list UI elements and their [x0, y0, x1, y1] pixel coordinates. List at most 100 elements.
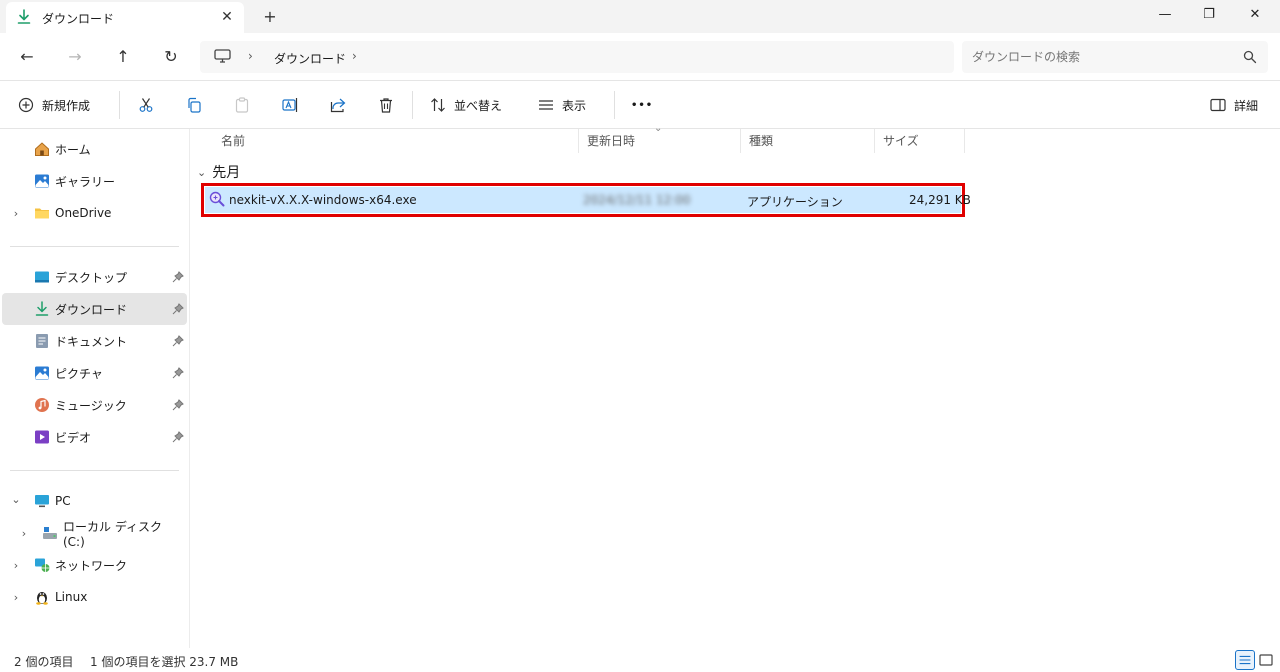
sidebar-item-label: ローカル ディスク (C:)	[63, 519, 162, 549]
file-size: 24,291 KB	[909, 193, 971, 207]
collapse-chevron-icon[interactable]: ⌄	[197, 166, 206, 179]
column-header-size[interactable]: サイズ	[875, 129, 965, 153]
document-icon	[36, 334, 48, 348]
pin-icon[interactable]	[172, 431, 184, 443]
expand-chevron-icon[interactable]: ›	[10, 559, 22, 572]
pin-icon[interactable]	[172, 271, 184, 283]
pin-icon[interactable]	[172, 303, 184, 315]
more-options-button[interactable]: •••	[631, 93, 653, 117]
sidebar-item-label: デスクトップ	[55, 270, 128, 285]
address-bar[interactable]: › ダウンロード ›	[200, 41, 954, 73]
tab-downloads[interactable]: ダウンロード ✕	[6, 2, 244, 33]
sidebar-item-gallery[interactable]: ギャラリー	[2, 165, 187, 197]
copy-icon	[188, 97, 201, 113]
paste-button[interactable]	[234, 93, 250, 117]
download-icon	[17, 9, 31, 24]
share-button[interactable]	[330, 93, 346, 117]
monitor-icon	[214, 49, 231, 63]
sidebar-item-pictures[interactable]: ピクチャ	[2, 357, 187, 389]
download-icon	[35, 301, 49, 316]
maximize-button[interactable]: ❐	[1186, 0, 1232, 30]
divider	[10, 470, 179, 471]
sidebar-item-label: ダウンロード	[55, 302, 128, 317]
expand-chevron-icon[interactable]: ›	[18, 527, 30, 540]
music-icon	[35, 398, 49, 412]
sidebar-item-label: Linux	[55, 590, 88, 604]
search-input[interactable]	[972, 48, 1232, 66]
pin-icon[interactable]	[172, 367, 184, 379]
sidebar-item-documents[interactable]: ドキュメント	[2, 325, 187, 357]
home-icon	[35, 142, 49, 156]
cut-button[interactable]	[138, 93, 154, 117]
column-header-name[interactable]: 名前	[213, 129, 579, 153]
expand-chevron-icon[interactable]: ›	[10, 207, 22, 220]
sidebar-item-label: ミュージック	[55, 398, 127, 413]
pin-icon[interactable]	[172, 399, 184, 411]
tab-close-button[interactable]: ✕	[218, 8, 236, 26]
new-button[interactable]: 新規作成	[18, 93, 90, 117]
status-bar: 2 個の項目 1 個の項目を選択 23.7 MB	[0, 648, 1280, 672]
column-header-modified[interactable]: 更新日時	[579, 129, 741, 153]
sidebar-item-network[interactable]: › ネットワーク	[2, 549, 187, 581]
rename-icon	[282, 98, 298, 112]
title-bar: ダウンロード ✕ + — ❐ ✕	[0, 0, 1280, 33]
sidebar-item-linux[interactable]: › Linux	[2, 581, 187, 613]
collapse-chevron-icon[interactable]: ⌄	[10, 493, 22, 506]
breadcrumb-separator[interactable]: ›	[352, 49, 357, 63]
sidebar-item-videos[interactable]: ビデオ	[2, 421, 187, 453]
sidebar-item-home[interactable]: ホーム	[2, 133, 187, 165]
sort-button[interactable]: 並べ替え	[430, 93, 502, 117]
file-row[interactable]: nexkit-vX.X.X-windows-x64.exe 2024/12/11…	[201, 183, 971, 217]
video-icon	[35, 430, 49, 444]
sidebar-item-label: OneDrive	[55, 206, 112, 220]
pin-icon[interactable]	[172, 335, 184, 347]
refresh-button[interactable]: ↻	[159, 45, 183, 69]
add-circle-icon	[18, 97, 34, 113]
details-pane-button[interactable]: 詳細	[1210, 93, 1258, 117]
sidebar-item-pc[interactable]: ⌄ PC	[2, 485, 187, 517]
drive-icon	[43, 527, 57, 539]
sidebar-item-downloads[interactable]: ダウンロード	[2, 293, 187, 325]
pc-icon	[35, 495, 49, 508]
new-button-label: 新規作成	[42, 98, 91, 113]
back-button[interactable]: ←	[15, 45, 39, 69]
group-label: 先月	[212, 165, 241, 181]
installer-app-icon	[209, 191, 225, 207]
delete-button[interactable]	[378, 93, 394, 117]
breadcrumb-separator[interactable]: ›	[248, 49, 253, 63]
forward-button[interactable]: →	[63, 45, 87, 69]
large-icons-view-icon[interactable]	[1256, 650, 1276, 670]
sidebar-item-label: ホーム	[55, 142, 91, 157]
sidebar-item-label: ピクチャ	[55, 366, 103, 381]
folder-icon	[35, 208, 49, 219]
sidebar-item-music[interactable]: ミュージック	[2, 389, 187, 421]
trash-icon	[380, 98, 392, 113]
new-tab-button[interactable]: +	[260, 7, 280, 27]
minimize-button[interactable]: —	[1142, 0, 1188, 30]
sidebar-item-desktop[interactable]: デスクトップ	[2, 261, 187, 293]
search-box[interactable]	[962, 41, 1268, 73]
sort-icon	[431, 98, 445, 112]
sidebar-item-label: ビデオ	[55, 430, 92, 445]
sidebar-item-label: ギャラリー	[55, 174, 116, 189]
up-button[interactable]: ↑	[111, 45, 135, 69]
close-window-button[interactable]: ✕	[1232, 0, 1278, 30]
sort-button-label: 並べ替え	[454, 98, 503, 113]
navigation-bar: ← → ↑ ↻ › ダウンロード ›	[0, 33, 1280, 81]
details-view-icon[interactable]	[1235, 650, 1255, 670]
sidebar-item-label: ネットワーク	[55, 558, 128, 573]
details-pane-label: 詳細	[1234, 98, 1259, 113]
divider	[614, 91, 615, 119]
view-button[interactable]: 表示	[538, 93, 586, 117]
column-header-type[interactable]: 種類	[741, 129, 875, 153]
group-header-last-month[interactable]: ⌄ 先月	[197, 162, 240, 182]
desktop-icon	[35, 271, 49, 283]
expand-chevron-icon[interactable]: ›	[10, 591, 22, 604]
more-icon: •••	[631, 99, 654, 111]
sidebar-item-onedrive[interactable]: › OneDrive	[2, 197, 187, 229]
rename-button[interactable]	[282, 93, 298, 117]
breadcrumb-downloads[interactable]: ダウンロード	[274, 50, 346, 67]
sidebar-item-local-disk[interactable]: › ローカル ディスク (C:)	[2, 517, 187, 549]
search-icon[interactable]	[1243, 50, 1257, 64]
copy-button[interactable]	[186, 93, 202, 117]
